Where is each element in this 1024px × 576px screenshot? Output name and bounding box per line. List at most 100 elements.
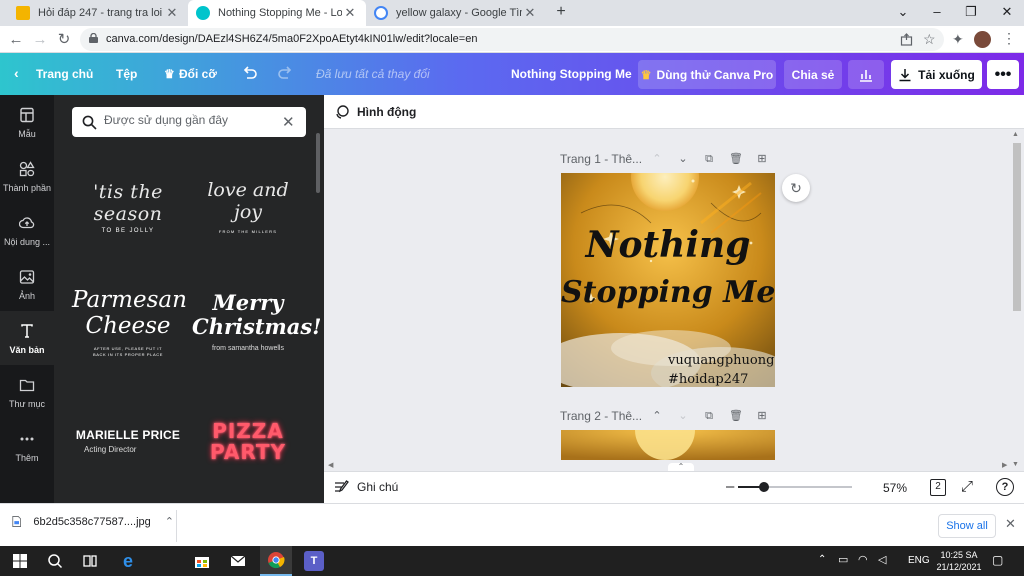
rail-item-text[interactable]: Văn bản xyxy=(0,311,54,365)
rail-item-elements[interactable]: Thành phần xyxy=(0,149,54,203)
insights-button[interactable] xyxy=(848,60,884,89)
scroll-down-icon[interactable]: ▼ xyxy=(1012,461,1019,468)
zoom-slider-thumb[interactable] xyxy=(758,482,769,492)
zoom-value[interactable]: 57% xyxy=(883,481,907,495)
home-link[interactable]: Trang chủ xyxy=(36,67,93,81)
add-page-icon[interactable]: ⊞ xyxy=(755,409,769,423)
rail-item-photos[interactable]: Ảnh xyxy=(0,257,54,311)
close-tab-icon[interactable]: ✕ xyxy=(522,5,538,21)
page-title[interactable]: Trang 2 - Thê... xyxy=(560,409,642,423)
task-view-icon[interactable] xyxy=(80,551,100,571)
rail-item-uploads[interactable]: Nội dung ... xyxy=(0,203,54,257)
fullscreen-icon[interactable]: ⤢ xyxy=(961,478,973,495)
notes-button[interactable]: Ghi chú xyxy=(334,480,398,494)
duplicate-page-icon[interactable]: ⧉ xyxy=(702,152,716,166)
design-title-line-2[interactable]: Stopping Me xyxy=(561,275,775,311)
move-down-icon[interactable]: ⌄ xyxy=(676,152,690,166)
clock[interactable]: 10:25 SA 21/12/2021 xyxy=(936,549,982,573)
text-template-season[interactable]: 'tis the season TO BE JOLLY xyxy=(72,181,184,234)
maximize-button[interactable]: ❐ xyxy=(954,0,988,26)
search-input[interactable] xyxy=(104,113,274,127)
wifi-icon[interactable]: ◠ xyxy=(858,553,868,566)
add-page-icon[interactable]: ⊞ xyxy=(755,152,769,166)
mail-icon[interactable] xyxy=(228,551,248,571)
delete-page-icon[interactable]: 🗑 xyxy=(729,152,743,166)
move-down-icon[interactable]: ⌄ xyxy=(676,409,690,423)
text-template-parmesan[interactable]: Parmesan Cheese AFTER USE, PLEASE PUT IT… xyxy=(72,287,187,358)
design-page-2[interactable] xyxy=(561,430,775,460)
show-all-button[interactable]: Show all xyxy=(938,514,996,538)
store-icon[interactable] xyxy=(192,551,212,571)
close-tab-icon[interactable]: ✕ xyxy=(342,5,358,21)
teams-icon[interactable]: T xyxy=(304,551,324,571)
undo-icon[interactable] xyxy=(241,65,259,83)
edge-icon[interactable]: e xyxy=(118,551,138,571)
tray-chevron-icon[interactable]: ⌃ xyxy=(818,554,826,565)
rail-item-more[interactable]: Thêm xyxy=(0,419,54,473)
reload-button[interactable]: ↻ xyxy=(54,30,74,50)
page-count-button[interactable]: 2 xyxy=(930,479,946,496)
panel-scrollbar[interactable] xyxy=(316,133,320,193)
move-up-icon[interactable]: ⌃ xyxy=(650,152,664,166)
extensions-icon[interactable]: ✦ xyxy=(952,31,964,48)
design-hashtag-text[interactable]: #hoidap247 xyxy=(668,372,748,387)
bookmark-star-icon[interactable]: ☆ xyxy=(923,31,936,48)
download-button[interactable]: Tải xuống xyxy=(891,60,982,89)
refresh-suggestion-button[interactable]: ↻ xyxy=(782,174,810,202)
show-pages-button[interactable]: ⌃ xyxy=(668,463,694,471)
share-button[interactable]: Chia sẻ xyxy=(784,60,842,89)
browser-tab[interactable]: yellow galaxy - Google Tìm kiếm ✕ xyxy=(366,0,546,26)
close-window-button[interactable]: ✕ xyxy=(990,0,1024,26)
scroll-thumb[interactable] xyxy=(1013,143,1021,311)
clear-search-icon[interactable]: ✕ xyxy=(282,113,295,131)
back-button[interactable]: ← xyxy=(6,30,26,50)
browser-tab[interactable]: Hỏi đáp 247 - trang tra loi ✕ xyxy=(8,0,188,26)
editor-scrollbar[interactable]: ▲ ▼ xyxy=(1012,131,1022,471)
page-title[interactable]: Trang 1 - Thê... xyxy=(560,152,642,166)
share-icon[interactable] xyxy=(900,33,913,46)
chrome-taskbar-button[interactable] xyxy=(260,546,292,576)
chevron-up-icon[interactable]: ⌃ xyxy=(165,515,174,528)
duplicate-page-icon[interactable]: ⧉ xyxy=(702,409,716,423)
language-indicator[interactable]: ENG xyxy=(908,555,930,566)
minimize-button[interactable]: – xyxy=(920,0,954,26)
more-options-button[interactable]: ••• xyxy=(987,60,1019,89)
help-button[interactable]: ? xyxy=(996,478,1014,496)
chrome-menu-icon[interactable]: ⋮ xyxy=(1002,30,1016,47)
zoom-slider[interactable] xyxy=(738,482,852,492)
new-tab-button[interactable]: + xyxy=(552,3,570,21)
animate-button[interactable]: Hình động xyxy=(334,104,416,120)
rail-item-folders[interactable]: Thư mục xyxy=(0,365,54,419)
notifications-icon[interactable]: ▢ xyxy=(992,553,1003,567)
avatar[interactable] xyxy=(974,31,991,48)
design-title-line-1[interactable]: Nothing xyxy=(561,225,775,265)
scroll-right-icon[interactable]: ▶ xyxy=(1002,461,1007,469)
tab-search-button[interactable]: ⌄ xyxy=(886,0,920,26)
try-pro-button[interactable]: ♛ Dùng thử Canva Pro xyxy=(638,60,776,89)
move-up-icon[interactable]: ⌃ xyxy=(650,409,664,423)
text-template-love[interactable]: love and joy FROM THE MILLERS xyxy=(192,179,304,234)
text-template-pizza[interactable]: PIZZA PARTY xyxy=(192,421,304,463)
battery-icon[interactable]: ▭ xyxy=(838,553,848,566)
search-icon[interactable] xyxy=(45,551,65,571)
scroll-left-icon[interactable]: ◀ xyxy=(328,461,333,469)
windows-start-icon[interactable] xyxy=(10,551,30,571)
rail-item-templates[interactable]: Mẫu xyxy=(0,95,54,149)
scroll-up-icon[interactable]: ▲ xyxy=(1012,131,1019,138)
design-title[interactable]: Nothing Stopping Me xyxy=(511,67,632,81)
chevron-left-icon[interactable]: ‹ xyxy=(14,65,19,81)
browser-tab-active[interactable]: Nothing Stopping Me - Logo ✕ xyxy=(188,0,366,26)
text-template-marielle[interactable]: MARIELLE PRICE Acting Director xyxy=(72,428,184,454)
download-item[interactable]: 6b2d5c358c77587....jpg ⌃ xyxy=(12,514,174,529)
zoom-out-icon[interactable]: – xyxy=(726,478,734,495)
redo-icon[interactable] xyxy=(276,65,294,83)
text-template-christmas[interactable]: Merry Christmas! from samantha howells xyxy=(192,291,321,353)
close-tab-icon[interactable]: ✕ xyxy=(164,5,180,21)
forward-button[interactable]: → xyxy=(30,30,50,50)
volume-icon[interactable]: ◁ xyxy=(878,553,886,566)
address-bar[interactable]: canva.com/design/DAEzl4SH6Z4/5ma0F2XpoAE… xyxy=(80,28,944,51)
file-menu[interactable]: Tệp xyxy=(116,67,137,81)
resize-button[interactable]: Đổi cỡ xyxy=(179,67,217,81)
close-shelf-icon[interactable]: ✕ xyxy=(1005,516,1016,532)
design-handle-text[interactable]: vuquangphuong xyxy=(668,353,774,368)
